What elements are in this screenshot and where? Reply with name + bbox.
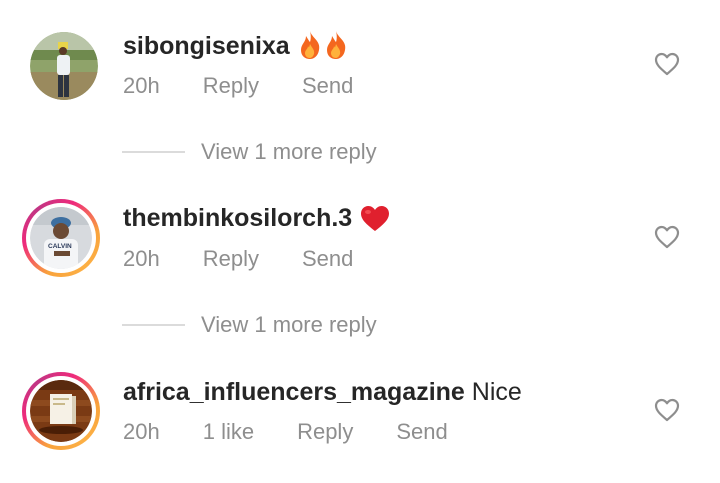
timestamp: 20h	[123, 419, 160, 444]
comment-line: africa_influencers_magazine Nice	[123, 377, 522, 407]
view-more-replies[interactable]: View 1 more reply	[122, 137, 377, 167]
username[interactable]: africa_influencers_magazine	[123, 378, 465, 406]
send-button[interactable]: Send	[396, 419, 447, 445]
reply-button[interactable]: Reply	[203, 246, 259, 272]
divider	[122, 151, 185, 153]
fire-emoji-icon	[323, 30, 349, 67]
like-heart-icon[interactable]	[654, 397, 680, 423]
comment-meta: 20h Reply Send	[123, 246, 396, 272]
username[interactable]: thembinkosilorch.3	[123, 204, 352, 232]
avatar-photo	[30, 32, 98, 100]
like-heart-icon[interactable]	[654, 224, 680, 250]
avatar-photo: CALVIN	[30, 207, 92, 269]
send-button[interactable]: Send	[302, 73, 353, 99]
view-more-label: View 1 more reply	[201, 312, 377, 337]
likes-count[interactable]: 1 like	[203, 419, 254, 445]
divider	[122, 324, 185, 326]
red-heart-emoji-icon	[359, 204, 391, 239]
avatar[interactable]	[22, 372, 100, 450]
timestamp: 20h	[123, 73, 160, 98]
comment-meta: 20h Reply Send	[123, 73, 396, 99]
fire-emoji-icon	[297, 30, 323, 67]
username[interactable]: sibongisenixa	[123, 32, 290, 60]
reply-button[interactable]: Reply	[297, 419, 353, 445]
send-button[interactable]: Send	[302, 246, 353, 272]
like-heart-icon[interactable]	[654, 51, 680, 77]
reply-button[interactable]: Reply	[203, 73, 259, 99]
view-more-replies[interactable]: View 1 more reply	[122, 310, 377, 340]
timestamp: 20h	[123, 246, 160, 271]
comment-meta: 20h 1 like Reply Send	[123, 419, 491, 445]
comment-line: sibongisenixa	[123, 30, 349, 67]
view-more-label: View 1 more reply	[201, 139, 377, 164]
comment-line: thembinkosilorch.3	[123, 203, 391, 239]
avatar[interactable]: CALVIN	[22, 199, 100, 277]
avatar-photo	[30, 380, 92, 442]
comment-text: Nice	[471, 378, 522, 406]
avatar[interactable]	[30, 32, 98, 100]
avatar-shirt-text: CALVIN	[48, 243, 72, 250]
